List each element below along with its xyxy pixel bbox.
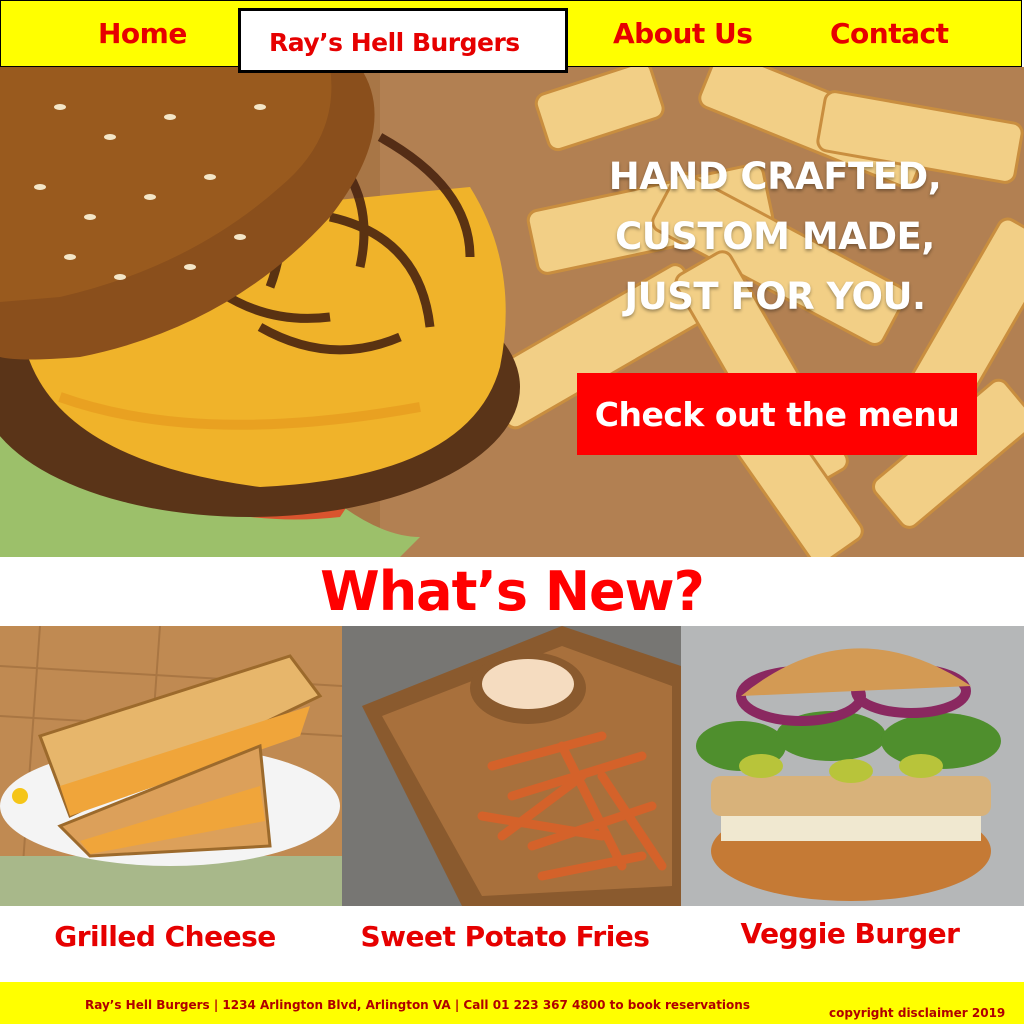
nav-contact-link[interactable]: Contact [830,17,949,50]
grilled-cheese-image[interactable] [0,626,342,906]
hero-tagline: HAND CRAFTED, CUSTOM MADE, JUST FOR YOU. [600,147,950,327]
tagline-line-1: HAND CRAFTED, [608,155,942,198]
veggie-burger-caption[interactable]: Veggie Burger [690,917,1010,950]
hero-banner: HAND CRAFTED, CUSTOM MADE, JUST FOR YOU.… [0,67,1024,557]
brand-name: Ray’s Hell Burgers [269,28,520,57]
veggie-burger-image[interactable] [681,626,1024,906]
footer-contact-info: Ray’s Hell Burgers | 1234 Arlington Blvd… [85,998,750,1012]
nav-home-link[interactable]: Home [98,17,187,50]
nav-about-link[interactable]: About Us [613,17,753,50]
tagline-line-3: JUST FOR YOU. [624,275,926,318]
grilled-cheese-caption[interactable]: Grilled Cheese [0,920,330,953]
sweet-potato-fries-image[interactable] [342,626,681,906]
menu-cta-button[interactable]: Check out the menu [577,373,977,455]
tagline-line-2: CUSTOM MADE, [615,215,935,258]
brand-logo-box[interactable]: Ray’s Hell Burgers [238,8,568,73]
sweet-potato-fries-caption[interactable]: Sweet Potato Fries [340,920,670,953]
footer-copyright: copyright disclaimer 2019 [829,1006,1006,1020]
footer: Ray’s Hell Burgers | 1234 Arlington Blvd… [0,982,1024,1024]
whats-new-heading: What’s New? [320,560,705,623]
